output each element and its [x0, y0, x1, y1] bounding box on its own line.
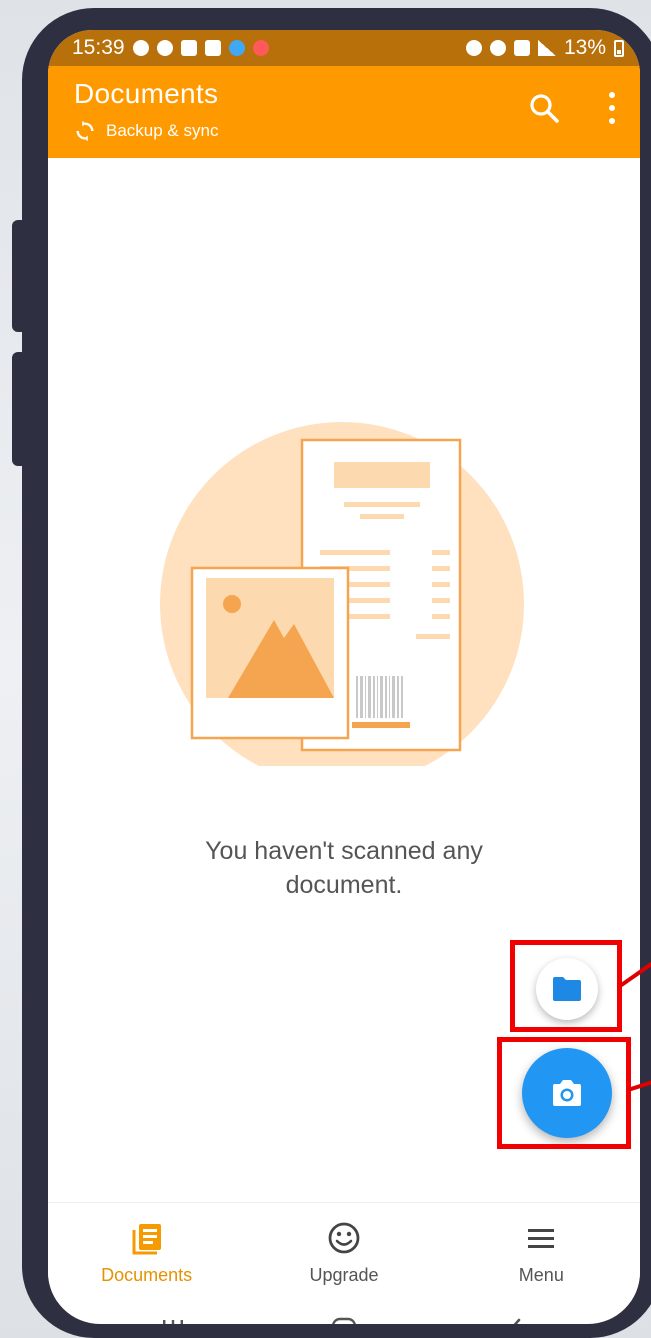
home-icon [332, 1317, 356, 1324]
page-title: Documents [74, 78, 219, 109]
documents-icon [132, 1224, 161, 1255]
dot [609, 118, 615, 124]
volume-up-button [12, 220, 34, 332]
status-left: 15:39 [72, 36, 269, 60]
status-time: 15:39 [72, 36, 125, 59]
recent-apps-icon [163, 1320, 184, 1324]
signal-icon [537, 40, 556, 56]
bottom-navigation: Documents Upgrade Menu [48, 1202, 640, 1302]
volume-down-button [12, 352, 34, 466]
notification-icon [132, 40, 149, 56]
status-bar: 15:39 13% [48, 30, 640, 66]
search-icon[interactable] [528, 92, 560, 124]
empty-state-illustration [160, 422, 524, 766]
hamburger-icon [528, 1229, 555, 1248]
folder-button-highlight [510, 940, 622, 1032]
recent-apps-button[interactable] [156, 1315, 190, 1324]
wifi-icon [489, 40, 506, 56]
app-bar: Documents Backup & sync [48, 66, 640, 158]
backup-sync-label: Backup & sync [106, 121, 219, 140]
app-notification-icon [204, 40, 221, 56]
backup-sync-button[interactable]: Backup & sync [74, 120, 218, 142]
camera-button-highlight [497, 1037, 631, 1149]
home-button[interactable] [327, 1315, 361, 1324]
dot [609, 105, 615, 111]
nav-item-menu[interactable]: Menu [443, 1203, 640, 1302]
back-icon [513, 1318, 520, 1324]
system-navigation-bar [48, 1300, 640, 1324]
sync-icon [76, 120, 94, 142]
nav-item-upgrade[interactable]: Upgrade [245, 1203, 442, 1302]
dot [609, 92, 615, 98]
battery-level: 13% [563, 36, 606, 59]
nav-item-documents[interactable]: Documents [48, 1203, 245, 1302]
nav-label-documents: Documents [101, 1265, 193, 1285]
alert-icon [252, 40, 269, 56]
empty-state-message: You haven't scanned any document. [205, 837, 483, 899]
back-button[interactable] [498, 1315, 532, 1324]
smiley-icon [328, 1222, 360, 1254]
messenger-icon [228, 40, 245, 56]
nav-label-upgrade: Upgrade [309, 1265, 379, 1285]
volte-icon [513, 40, 530, 56]
nav-label-menu: Menu [518, 1265, 564, 1285]
alarm-icon [465, 40, 482, 56]
location-icon [156, 40, 173, 56]
gallery-icon [180, 40, 197, 56]
battery-icon [614, 39, 624, 57]
status-right: 13% [465, 36, 624, 60]
more-options-icon[interactable] [606, 92, 618, 124]
